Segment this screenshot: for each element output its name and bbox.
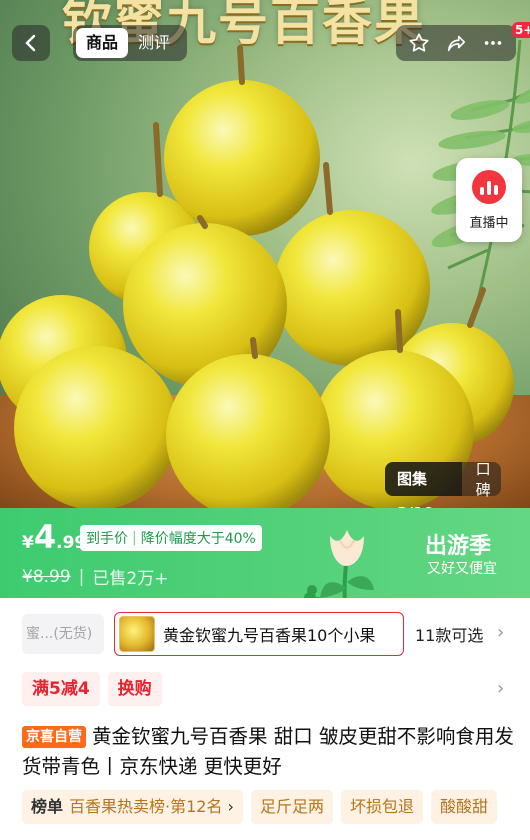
price-banner: ¥4.99 到手价 | 降价幅度大于40% ¥8.99 | 已售2万+ 出游季 又好… xyxy=(0,508,530,606)
feature-chips: 榜单 百香果热卖榜·第12名 › 足斤足两 坏损包退 酸酸甜 xyxy=(22,790,497,824)
share-icon[interactable] xyxy=(445,32,467,54)
gallery-switcher[interactable]: 图集3/10 口碑 xyxy=(385,460,501,508)
tab-product[interactable]: 商品 xyxy=(76,28,129,58)
message-badge: 5+ xyxy=(512,22,530,38)
chevron-left-icon xyxy=(25,34,36,52)
variant-thumbnail xyxy=(119,616,155,652)
variant-selector: 蜜...(无货) 黄金钦蜜九号百香果10个小果 11款可选 › xyxy=(0,598,530,672)
season-subtitle: 又好又便宜 xyxy=(427,561,497,577)
ranking-chip[interactable]: 榜单 百香果热卖榜·第12名 › xyxy=(22,790,243,824)
star-icon[interactable] xyxy=(408,32,430,54)
feature-chip[interactable]: 坏损包退 xyxy=(340,790,423,824)
tab-review[interactable]: 测评 xyxy=(128,28,180,58)
promo-tag-exchange[interactable]: 换购 xyxy=(107,672,162,706)
feature-chip[interactable]: 足斤足两 xyxy=(250,790,333,824)
chevron-right-icon[interactable]: › xyxy=(497,622,504,643)
tulip-icon xyxy=(304,530,374,606)
price-promo-tag: 到手价 | 降价幅度大于40% xyxy=(80,525,262,551)
variant-option-selected[interactable]: 黄金钦蜜九号百香果10个小果 xyxy=(114,612,404,656)
more-icon[interactable] xyxy=(482,32,504,54)
feature-chip[interactable]: 酸酸甜 xyxy=(430,790,497,824)
variant-count[interactable]: 11款可选 xyxy=(415,622,483,646)
product-image[interactable]: 钦蜜九号百香果 商品 测评 5+ 直播中 图集3/10 口碑 xyxy=(0,0,530,508)
variant-option-unavailable[interactable]: 蜜...(无货) xyxy=(22,614,104,654)
sold-count: 已售2万+ xyxy=(92,569,169,589)
season-title: 出游季 xyxy=(425,534,492,559)
top-actions xyxy=(396,25,516,61)
promo-tags: 满5减4 换购 xyxy=(22,672,162,706)
live-icon xyxy=(472,170,506,204)
product-title: 京喜自营 黄金钦蜜九号百香果 甜口 皱皮更甜不影响食用发货带青色丨京东快递 更快更… xyxy=(22,722,522,782)
live-stream-button[interactable]: 直播中 xyxy=(456,158,522,242)
review-tab[interactable]: 口碑 xyxy=(462,458,501,500)
gallery-counter[interactable]: 图集3/10 xyxy=(385,462,462,508)
original-price-row: ¥8.99 | 已售2万+ xyxy=(22,564,169,590)
current-price: ¥4.99 xyxy=(22,518,87,556)
product-title-text: 黄金钦蜜九号百香果 甜口 皱皮更甜不影响食用发货带青色丨京东快递 更快更好 xyxy=(22,725,514,778)
self-operated-badge: 京喜自营 xyxy=(22,726,86,748)
passion-fruit-pile xyxy=(0,45,514,508)
chevron-right-icon[interactable]: › xyxy=(497,678,504,699)
live-label: 直播中 xyxy=(469,216,509,231)
variant-label: 黄金钦蜜九号百香果10个小果 xyxy=(163,626,376,645)
back-button[interactable] xyxy=(12,25,50,61)
original-price: ¥8.99 xyxy=(22,566,71,587)
promo-tag-discount[interactable]: 满5减4 xyxy=(22,672,100,706)
top-tabs: 商品 测评 xyxy=(73,25,187,61)
